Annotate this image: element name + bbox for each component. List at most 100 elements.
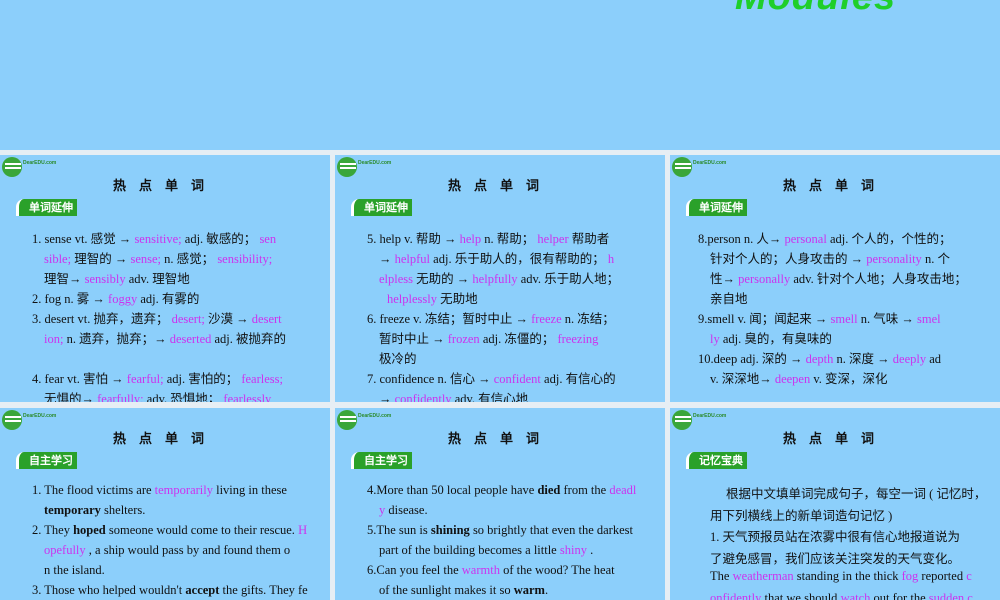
answer-word: c — [966, 569, 972, 583]
answer-word: sudden c — [928, 590, 973, 600]
text-segment: 性→ — [710, 272, 739, 286]
text-line: → helpful adj. 乐于助人的，很有帮助的； h — [379, 248, 614, 267]
text-segment: 10.deep adj. 深的 → — [698, 352, 806, 366]
slide-panel[interactable]: DearEDU.com 热点单词 记忆宝典 根据中文填单词完成句子，每空一词 ( … — [670, 408, 1000, 600]
answer-word: smell — [830, 312, 858, 326]
answer-word: H — [298, 523, 308, 537]
answer-word: deadl — [609, 483, 637, 497]
text-segment: 2. fog n. 雾 → — [32, 292, 109, 306]
text-line: n the island. — [44, 563, 105, 578]
answer-word: frozen — [447, 332, 480, 346]
text-line: 1. sense vt. 感觉 → sensitive; adj. 敏感的； s… — [32, 228, 276, 247]
text-line: 理智→ sensibly adv. 理智地 — [44, 268, 190, 287]
answer-word: helper — [537, 232, 569, 246]
section-tag: 自主学习 — [351, 452, 412, 469]
answer-word: deeply — [892, 352, 927, 366]
answer-word: smel — [917, 312, 941, 326]
answer-word: personality — [866, 252, 922, 266]
slide-panel[interactable]: DearEDU.com 热点单词 自主学习 4.More than 50 loca… — [335, 408, 665, 600]
answer-word: ion; — [44, 332, 64, 346]
text-segment: n. 个 — [921, 252, 950, 266]
answer-word: sense; — [130, 252, 162, 266]
text-line: 性→ personally adv. 针对个人地；人身攻击地； — [710, 268, 967, 287]
text-segment: adj. 乐于助人的，很有帮助的； — [430, 252, 608, 266]
text-segment: adv. 针对个人地；人身攻击地； — [790, 272, 967, 286]
text-line: 1. 天气预报员站在浓雾中很有信心地报道说为 — [710, 526, 960, 545]
text-segment: living in these — [212, 483, 287, 497]
answer-word: deserted — [169, 332, 212, 346]
slide-panel[interactable]: DearEDU.com 热点单词 自主学习 1. The flood victim… — [0, 408, 330, 600]
slide-panel[interactable]: DearEDU.com 热点单词 单词延伸 5. help v. 帮助 → hel… — [335, 155, 665, 402]
slide-panel[interactable]: DearEDU.com 热点单词 单词延伸 8.person n. 人→ pers… — [670, 155, 1000, 402]
text-line: The weatherman standing in the thick fog… — [710, 569, 972, 584]
text-segment: n the island. — [44, 563, 105, 577]
answer-word: freeze — [531, 312, 562, 326]
text-line: 根据中文填单词完成句子，每空一词 ( 记忆时， — [726, 483, 986, 502]
text-segment: part of the building becomes a little — [379, 543, 560, 557]
slide-panel[interactable]: DearEDU.com 热点单词 单词延伸 1. sense vt. 感觉 → s… — [0, 155, 330, 402]
answer-word: personal — [784, 232, 827, 246]
answer-word: h — [607, 252, 615, 266]
text-segment: 无助地 — [437, 292, 478, 306]
text-line: 6. freeze v. 冻结；暂时中止 → freeze n. 冻结； — [367, 308, 615, 327]
answer-word: helpful — [394, 252, 431, 266]
text-segment: adv. 乐于助人地； — [517, 272, 620, 286]
text-segment: 5. help v. 帮助 → — [367, 232, 460, 246]
text-segment: 针对个人的；人身攻击的 → — [710, 252, 867, 266]
text-line: 4. fear vt. 害怕 → fearful; adj. 害怕的； fear… — [32, 368, 283, 387]
text-line: 1. The flood victims are temporarily liv… — [32, 483, 287, 498]
text-segment: 7. confidence n. 信心 → — [367, 372, 494, 386]
text-line: part of the building becomes a little sh… — [379, 543, 593, 558]
text-segment: 帮助者 — [568, 232, 610, 246]
text-line: opefully , a ship would pass by and foun… — [44, 543, 290, 558]
text-segment: adj. 敏感的； — [181, 232, 260, 246]
key-word: died — [537, 483, 561, 497]
answer-word: confidently — [394, 392, 452, 402]
text-line: 3. Those who helped wouldn't accept the … — [32, 583, 308, 598]
text-segment: n. 冻结； — [561, 312, 615, 326]
text-segment: of the wood? The heat — [499, 563, 615, 577]
key-word: temporary — [44, 503, 101, 517]
text-segment: , a ship would pass by and found them o — [85, 543, 291, 557]
text-segment: adv. 有信心地 — [451, 392, 529, 402]
text-segment: 理智的 → — [71, 252, 131, 266]
answer-word: sensibility; — [217, 252, 273, 266]
text-line: 亲自地 — [710, 288, 748, 307]
text-segment: 9.smell v. 闻；闻起来 → — [698, 312, 831, 326]
answer-word: helplessly — [387, 292, 437, 306]
answer-word: onfidently — [710, 590, 762, 600]
text-segment: from the — [560, 483, 610, 497]
text-segment: 2. They — [32, 523, 74, 537]
text-line: ion; n. 遗弃，抛弃；→ deserted adj. 被抛弃的 — [44, 328, 286, 347]
text-line: 7. confidence n. 信心 → confident adj. 有信心… — [367, 368, 616, 387]
slide-heading: 热点单词 — [447, 432, 552, 447]
answer-word: opefully — [44, 543, 86, 557]
text-segment: n. 感觉； — [161, 252, 218, 266]
text-segment: reported — [918, 569, 967, 583]
text-segment: adv. 恐惧地； — [143, 392, 224, 402]
text-segment: shelters. — [100, 503, 146, 517]
text-line: 8.person n. 人→ personal adj. 个人的，个性的； — [698, 228, 951, 247]
text-segment: 无惧的→ — [44, 392, 98, 402]
key-word: accept — [185, 583, 220, 597]
text-line: → confidently adv. 有信心地 — [379, 388, 528, 402]
answer-word: helpfully — [472, 272, 518, 286]
answer-word: help — [459, 232, 482, 246]
text-line: 了避免感冒，我们应该关注突发的天气变化。 — [710, 548, 960, 567]
text-line: onfidently that we should watch out for … — [710, 591, 973, 600]
text-segment: adj. 臭的，有臭味的 — [719, 332, 832, 346]
text-segment: 极冷的 — [379, 352, 417, 366]
slide-title: Modules — [735, 0, 896, 19]
text-segment: 6.Can you feel the — [367, 563, 462, 577]
answer-word: fog — [901, 569, 919, 583]
text-line: elpless 无助的 → helpfully adv. 乐于助人地； — [379, 268, 619, 287]
section-tag: 单词延伸 — [686, 199, 747, 216]
text-line: 6.Can you feel the warmth of the wood? T… — [367, 563, 615, 578]
answer-word: fearless; — [241, 372, 283, 386]
key-word: hoped — [73, 523, 106, 537]
text-segment: 根据中文填单词完成句子，每空一词 ( 记忆时， — [726, 487, 987, 501]
text-segment: out for the — [870, 590, 929, 600]
text-segment: so brightly that even the darkest — [469, 523, 633, 537]
text-segment: . — [544, 583, 549, 597]
answer-word: desert — [251, 312, 282, 326]
